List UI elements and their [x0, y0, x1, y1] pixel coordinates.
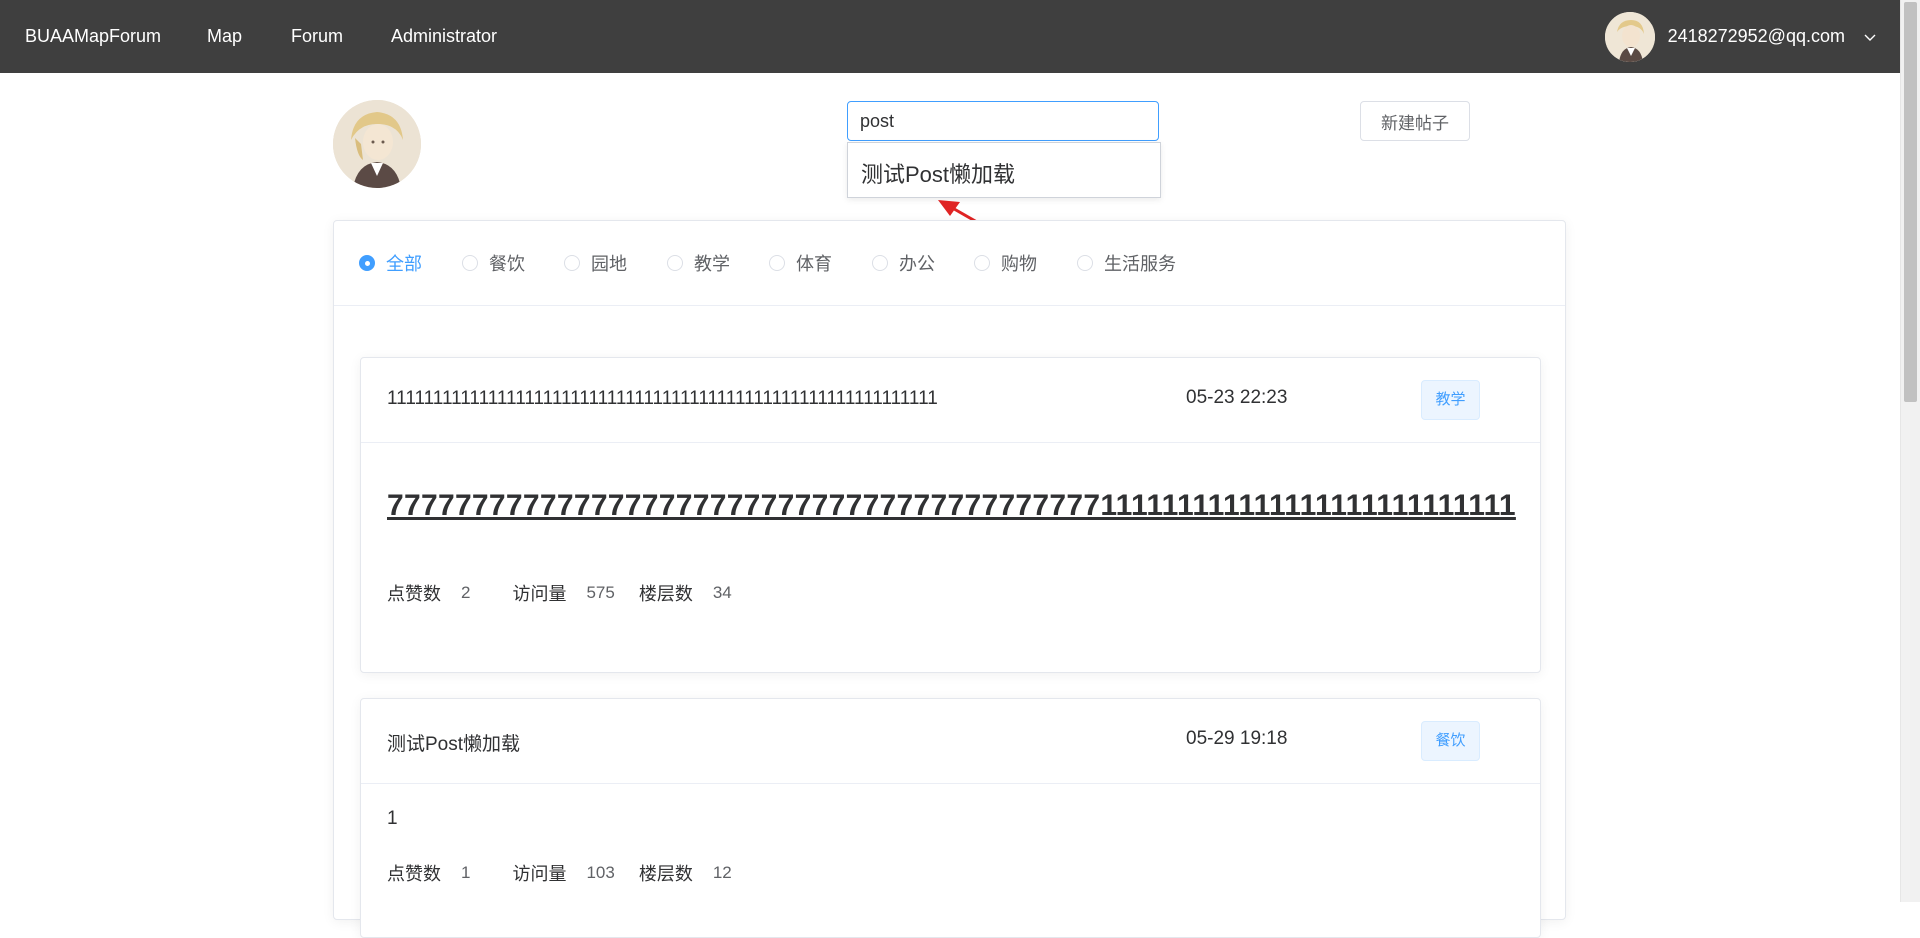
- suggestion-item[interactable]: 测试Post懒加载: [861, 157, 1015, 189]
- post-content: 1: [387, 808, 398, 829]
- radio-dot: [667, 255, 683, 271]
- floors-count: 12: [712, 863, 732, 882]
- post-body: 1 点赞数 1 访问量 103 楼层数 12: [361, 784, 1540, 937]
- views-count: 103: [586, 863, 615, 882]
- search-box: [847, 101, 1159, 141]
- filter-radio-dining[interactable]: 餐饮: [462, 250, 525, 276]
- scrollbar-thumb[interactable]: [1904, 2, 1917, 402]
- radio-dot: [359, 255, 375, 271]
- chevron-down-icon: [1864, 34, 1876, 41]
- views-label: 访问量: [512, 584, 567, 604]
- filter-radio-life-service[interactable]: 生活服务: [1077, 250, 1176, 276]
- post-card[interactable]: 测试Post懒加载 05-29 19:18 餐饮 1 点赞数 1 访问量 103…: [360, 698, 1541, 938]
- post-title[interactable]: 1111111111111111111111111111111111111111…: [387, 388, 938, 410]
- nav-item-forum[interactable]: Forum: [291, 0, 343, 73]
- likes-label: 点赞数: [387, 584, 441, 604]
- filter-radio-teaching[interactable]: 教学: [667, 250, 730, 276]
- post-stats: 点赞数 2 访问量 575 楼层数 34: [387, 580, 774, 606]
- views-label: 访问量: [512, 864, 567, 884]
- filter-radio-all[interactable]: 全部: [359, 250, 422, 276]
- top-nav: BUAAMapForum Map Forum Administrator 241…: [0, 0, 1900, 73]
- radio-dot: [564, 255, 580, 271]
- post-content: 7777777777777777777777777777777777777777…: [387, 489, 1516, 522]
- nav-item-map[interactable]: Map: [207, 0, 242, 73]
- radio-dot: [974, 255, 990, 271]
- radio-dot: [1077, 255, 1093, 271]
- user-email: 2418272952@qq.com: [1667, 26, 1845, 46]
- post-date: 05-23 22:23: [1186, 387, 1288, 408]
- filter-radio-sports[interactable]: 体育: [769, 250, 832, 276]
- post-card[interactable]: 1111111111111111111111111111111111111111…: [360, 357, 1541, 673]
- post-date: 05-29 19:18: [1186, 728, 1288, 749]
- floors-label: 楼层数: [638, 584, 693, 604]
- post-stats: 点赞数 1 访问量 103 楼层数 12: [387, 860, 774, 886]
- category-filter: 全部 餐饮 园地 教学 体育 办公 购物 生活服务: [334, 221, 1565, 306]
- views-count: 575: [586, 583, 615, 602]
- post-tag: 餐饮: [1421, 721, 1480, 761]
- radio-dot: [462, 255, 478, 271]
- likes-count: 1: [461, 863, 471, 882]
- likes-count: 2: [461, 583, 471, 602]
- filter-radio-office[interactable]: 办公: [872, 250, 935, 276]
- radio-dot: [769, 255, 785, 271]
- search-input[interactable]: [847, 101, 1159, 141]
- nav-brand-link[interactable]: BUAAMapForum: [25, 0, 161, 73]
- post-header: 测试Post懒加载 05-29 19:18 餐饮: [361, 699, 1540, 784]
- page-scrollbar[interactable]: [1900, 0, 1920, 902]
- filter-radio-shopping[interactable]: 购物: [974, 250, 1037, 276]
- user-menu[interactable]: 2418272952@qq.com: [1604, 0, 1877, 73]
- user-avatar: [1604, 11, 1655, 62]
- likes-label: 点赞数: [387, 864, 441, 884]
- post-header: 1111111111111111111111111111111111111111…: [361, 358, 1540, 443]
- profile-avatar[interactable]: [333, 100, 421, 188]
- floors-label: 楼层数: [638, 864, 693, 884]
- post-body: 7777777777777777777777777777777777777777…: [361, 443, 1540, 672]
- post-list-card: 全部 餐饮 园地 教学 体育 办公 购物 生活服务 11111111111111…: [333, 220, 1566, 938]
- radio-dot: [872, 255, 888, 271]
- floors-count: 34: [712, 583, 732, 602]
- filter-radio-garden[interactable]: 园地: [564, 250, 627, 276]
- nav-item-administrator[interactable]: Administrator: [391, 0, 497, 73]
- new-post-button[interactable]: 新建帖子: [1360, 101, 1470, 141]
- post-title[interactable]: 测试Post懒加载: [387, 729, 520, 756]
- post-tag: 教学: [1421, 380, 1480, 420]
